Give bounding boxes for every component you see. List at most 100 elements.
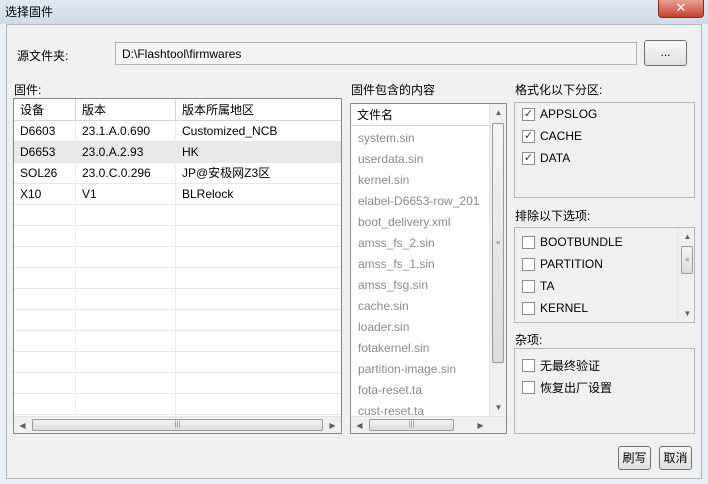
misc-group: 无最终验证恢复出厂设置 (514, 348, 695, 434)
cell-device: X10 (20, 187, 42, 201)
checkbox[interactable] (522, 301, 535, 315)
file-item[interactable]: loader.sin (358, 317, 409, 338)
file-item[interactable]: kernel.sin (358, 170, 409, 191)
exclude-option[interactable]: PARTITION (522, 257, 603, 271)
scroll-left-icon[interactable]: ◀ (14, 417, 31, 433)
source-folder-label: 源文件夹: (17, 49, 69, 63)
table-row-empty (14, 331, 341, 352)
close-button[interactable]: ✕ (658, 0, 704, 18)
contents-header: 文件名 (351, 104, 490, 126)
cell-device: D6603 (20, 124, 56, 138)
scroll-thumb[interactable]: ≡ (492, 123, 504, 363)
file-item[interactable]: userdata.sin (358, 149, 423, 170)
scroll-thumb[interactable]: ||| (32, 419, 323, 431)
checkbox-label: 恢复出厂设置 (540, 381, 613, 395)
file-item[interactable]: boot_delivery.xml (358, 212, 450, 233)
table-row-empty (14, 247, 341, 268)
table-row[interactable]: X10 V1 BLRelock (14, 184, 341, 205)
cell-version: 23.1.A.0.690 (82, 124, 151, 138)
file-item[interactable]: partition-image.sin (358, 359, 456, 380)
cell-region: JP@安极网Z3区 (182, 166, 271, 180)
browse-button[interactable]: ... (644, 40, 687, 66)
format-option[interactable]: ✓ APPSLOG (522, 107, 597, 121)
checkbox-label: BOOTBUNDLE (540, 235, 623, 249)
contents-list: 文件名 system.sin userdata.sin kernel.sin elab… (350, 103, 507, 434)
scroll-thumb[interactable]: ≡ (681, 246, 693, 274)
cell-device: D6653 (20, 145, 56, 159)
firmware-table-header: 设备 版本 版本所属地区 (14, 99, 341, 121)
firmware-label: 固件: (14, 83, 42, 97)
format-group: ✓ APPSLOG ✓ CACHE ✓ DATA (514, 102, 695, 198)
format-label: 格式化以下分区: (515, 83, 603, 97)
checkbox-label: KERNEL (540, 301, 589, 315)
checkbox-label: APPSLOG (540, 107, 598, 121)
table-row[interactable]: D6653 23.0.A.2.93 HK (14, 142, 341, 163)
scroll-right-icon[interactable]: ▶ (472, 417, 489, 433)
exclude-option[interactable]: KERNEL (522, 301, 588, 315)
firmware-table: 设备 版本 版本所属地区 D6603 23.1.A.0.690 Customized… (13, 98, 342, 434)
table-row[interactable]: SOL26 23.0.C.0.296 JP@安极网Z3区 (14, 163, 341, 184)
misc-option[interactable]: 无最终验证 (522, 357, 600, 374)
contents-h-scrollbar[interactable]: ◀ ||| ▶ (351, 416, 506, 433)
source-folder-field[interactable]: D:\Flashtool\firmwares (115, 42, 637, 65)
scroll-right-icon[interactable]: ▶ (324, 417, 341, 433)
file-item[interactable]: amss_fs_2.sin (358, 233, 435, 254)
exclude-group: BOOTBUNDLE PARTITION TA KERNEL ▲ ≡ ▼ (514, 227, 695, 323)
column-divider (175, 121, 176, 417)
file-item[interactable]: cache.sin (358, 296, 409, 317)
column-device[interactable]: 设备 (14, 99, 76, 121)
checkbox[interactable] (522, 359, 535, 372)
dialog-body: 源文件夹: D:\Flashtool\firmwares ... 固件: 设备 … (6, 24, 702, 479)
firmware-selector-window: 选择固件 ✕ 源文件夹: D:\Flashtool\firmwares ... … (0, 0, 708, 484)
cell-version: 23.0.C.0.296 (82, 166, 151, 180)
column-divider (75, 121, 76, 417)
file-item[interactable]: fota-reset.ta (358, 380, 422, 401)
exclude-label: 排除以下选项: (515, 209, 591, 223)
firmware-h-scrollbar[interactable]: ◀ ||| ▶ (14, 416, 341, 433)
file-item[interactable]: amss_fs_1.sin (358, 254, 435, 275)
exclude-v-scrollbar[interactable]: ▲ ≡ ▼ (678, 228, 694, 322)
cancel-button[interactable]: 取消 (659, 446, 692, 470)
column-version[interactable]: 版本 (76, 99, 176, 121)
cell-version: 23.0.A.2.93 (82, 145, 144, 159)
checkbox[interactable] (522, 257, 535, 271)
exclude-option[interactable]: TA (522, 279, 554, 293)
table-row-empty (14, 310, 341, 331)
flash-button[interactable]: 刷写 (618, 446, 651, 470)
checkbox-label: DATA (540, 151, 571, 165)
file-item[interactable]: elabel-D6653-row_201 (358, 191, 479, 212)
title-bar: 选择固件 ✕ (0, 0, 708, 24)
checkbox-label: CACHE (540, 129, 583, 143)
file-item[interactable]: system.sin (358, 128, 415, 149)
contents-v-scrollbar[interactable]: ▲ ≡ ▼ (489, 104, 506, 416)
table-row-empty (14, 352, 341, 373)
checkbox-label: PARTITION (540, 257, 603, 271)
checkbox[interactable] (522, 279, 535, 293)
format-option[interactable]: ✓ DATA (522, 151, 570, 165)
table-row-empty (14, 373, 341, 394)
table-row[interactable]: D6603 23.1.A.0.690 Customized_NCB (14, 121, 341, 142)
checkbox[interactable]: ✓ (522, 151, 535, 165)
table-row-empty (14, 394, 341, 415)
checkbox[interactable]: ✓ (522, 129, 535, 143)
file-item[interactable]: amss_fsg.sin (358, 275, 428, 296)
contents-label: 固件包含的内容 (351, 83, 436, 97)
format-option[interactable]: ✓ CACHE (522, 129, 582, 143)
column-region[interactable]: 版本所属地区 (176, 99, 341, 121)
column-filename[interactable]: 文件名 (351, 104, 490, 126)
misc-option[interactable]: 恢复出厂设置 (522, 379, 612, 396)
scroll-up-icon[interactable]: ▲ (679, 228, 694, 245)
file-item[interactable]: fotakernel.sin (358, 338, 429, 359)
scroll-thumb[interactable]: ||| (369, 419, 454, 431)
cell-region: HK (182, 145, 199, 159)
cell-device: SOL26 (20, 166, 58, 180)
checkbox[interactable] (522, 235, 535, 249)
checkbox-label: TA (540, 279, 555, 293)
exclude-option[interactable]: BOOTBUNDLE (522, 235, 623, 249)
scroll-down-icon[interactable]: ▼ (679, 305, 694, 322)
scroll-left-icon[interactable]: ◀ (351, 417, 368, 433)
checkbox[interactable]: ✓ (522, 107, 535, 121)
scroll-down-icon[interactable]: ▼ (490, 399, 506, 416)
checkbox[interactable] (522, 381, 535, 394)
scroll-up-icon[interactable]: ▲ (490, 104, 506, 121)
